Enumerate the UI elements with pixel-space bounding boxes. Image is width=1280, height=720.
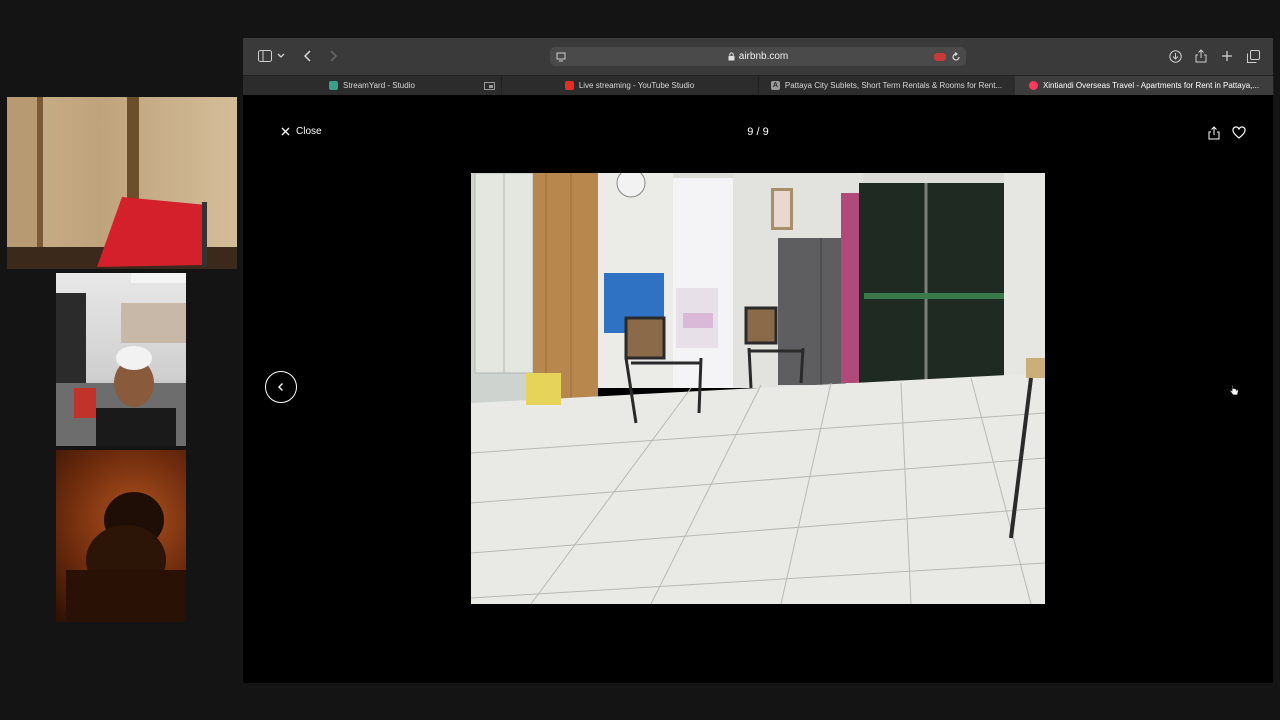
close-icon [281,127,290,136]
photo-counter: 9 / 9 [747,126,769,138]
chevron-left-icon [278,383,283,391]
address-bar[interactable]: airbnb.com [550,47,966,66]
airbnb-icon [1028,81,1038,90]
streamyard-icon [329,81,339,90]
tab-label: Pattaya City Sublets, Short Term Rentals… [784,81,1003,90]
video-tile-3 [56,450,186,622]
lock-icon [728,52,735,61]
tabs-overview-icon[interactable] [1245,48,1261,64]
a-letter-icon: A [770,81,780,90]
video-tile-2 [56,273,186,446]
close-label: Close [296,126,322,137]
back-button[interactable] [300,48,316,64]
video-tile-1 [7,97,237,269]
plus-icon[interactable] [1219,48,1235,64]
hand-cursor-icon [1229,384,1239,396]
download-icon[interactable] [1167,48,1183,64]
share-icon[interactable] [1193,48,1209,64]
browser-window: airbnb.com StreamYard - Studio Live stre… [243,38,1274,683]
tab-label: StreamYard - Studio [343,81,415,90]
tab-pattaya-sublets[interactable]: A Pattaya City Sublets, Short Term Renta… [758,76,1016,95]
tab-label: Xintiandi Overseas Travel - Apartments f… [1042,81,1260,90]
recording-icon[interactable] [934,52,946,61]
previous-photo-button[interactable] [265,371,297,403]
browser-toolbar: airbnb.com [243,38,1273,75]
chevron-down-icon[interactable] [276,48,286,64]
chevron-left-icon [304,50,311,62]
tab-streamyard[interactable]: StreamYard - Studio [243,76,502,95]
cam2-scene [56,273,186,446]
youtube-icon [564,81,574,90]
forward-button[interactable] [325,48,341,64]
page-menu-icon[interactable] [556,52,566,62]
screen-share-icon [484,81,495,90]
room-scene [471,173,1045,604]
photo-viewer: Close 9 / 9 [243,95,1273,683]
tab-xintiandi-airbnb[interactable]: Xintiandi Overseas Travel - Apartments f… [1015,76,1274,95]
reload-icon[interactable] [951,51,961,62]
apartment-photo [471,173,1045,604]
close-button[interactable]: Close [281,126,322,137]
share-icon[interactable] [1207,126,1221,140]
url-text: airbnb.com [738,51,789,62]
tab-label: Live streaming - YouTube Studio [578,81,695,90]
tab-bar: StreamYard - Studio Live streaming - You… [243,75,1274,95]
cam1-scene [7,97,237,269]
cam3-scene [66,492,186,622]
chevron-right-icon [330,50,337,62]
heart-icon[interactable] [1232,126,1246,140]
tab-youtube-studio[interactable]: Live streaming - YouTube Studio [501,76,759,95]
sidebar-icon[interactable] [257,48,273,64]
